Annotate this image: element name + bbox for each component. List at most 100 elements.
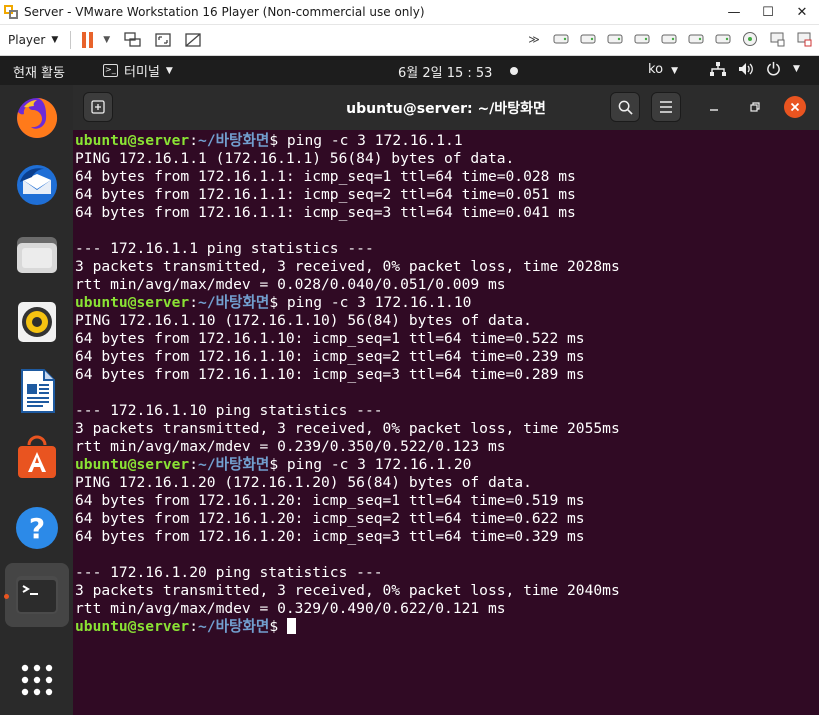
search-icon <box>618 100 633 115</box>
terminal-small-icon: >_ <box>103 64 118 77</box>
minimize-icon <box>710 109 718 111</box>
prompt-user: ubuntu@server <box>75 294 190 311</box>
output-text: 3 packets transmitted, 3 received, 0% pa… <box>75 258 620 275</box>
output-text: 64 bytes from 172.16.1.20: icmp_seq=2 tt… <box>75 510 585 527</box>
dropdown-arrow-icon: ▼ <box>793 63 800 74</box>
prompt-path: ~/바탕화면 <box>198 294 270 311</box>
output-line: 64 bytes from 172.16.1.1: icmp_seq=2 ttl… <box>75 186 620 204</box>
output-text: 64 bytes from 172.16.1.20: icmp_seq=1 tt… <box>75 492 585 509</box>
output-line: rtt min/avg/max/mdev = 0.239/0.350/0.522… <box>75 438 620 456</box>
unity-mode-icon[interactable] <box>184 31 202 49</box>
prompt-path: ~/바탕화면 <box>198 456 270 473</box>
cd-drive-icon[interactable] <box>741 31 759 47</box>
output-text: 64 bytes from 172.16.1.10: icmp_seq=3 tt… <box>75 366 585 383</box>
output-line: 64 bytes from 172.16.1.20: icmp_seq=1 tt… <box>75 492 620 510</box>
network-adapter-icon[interactable] <box>768 31 786 47</box>
hard-disk-icon[interactable] <box>552 31 570 47</box>
output-line: 3 packets transmitted, 3 received, 0% pa… <box>75 258 620 276</box>
hard-disk-icon[interactable] <box>660 31 678 47</box>
output-text: 3 packets transmitted, 3 received, 0% pa… <box>75 582 620 599</box>
device-icons: ≫ <box>525 31 813 47</box>
output-text: PING 172.16.1.1 (172.16.1.1) 56(84) byte… <box>75 150 515 167</box>
minimize-button[interactable]: — <box>717 5 751 20</box>
rhythmbox-icon[interactable] <box>14 299 60 345</box>
prompt-user: ubuntu@server <box>75 132 190 149</box>
input-method-indicator[interactable]: ko ▼ <box>648 62 678 77</box>
hard-disk-icon[interactable] <box>687 31 705 47</box>
output-line: PING 172.16.1.10 (172.16.1.10) 56(84) by… <box>75 312 620 330</box>
output-line: 3 packets transmitted, 3 received, 0% pa… <box>75 420 620 438</box>
volume-icon <box>738 62 754 76</box>
more-devices-icon[interactable]: ≫ <box>525 31 543 47</box>
vmware-window-title: Server - VMware Workstation 16 Player (N… <box>24 5 425 19</box>
output-text: 64 bytes from 172.16.1.1: icmp_seq=1 ttl… <box>75 168 576 185</box>
prompt-symbol: $ <box>269 618 287 635</box>
send-ctrl-alt-del-icon[interactable] <box>124 31 142 49</box>
app-menu[interactable]: >_ 터미널 ▼ <box>103 61 173 80</box>
show-apps-icon[interactable] <box>14 657 60 703</box>
terminal-header-bar: ubuntu@server: ~/바탕화면 <box>73 85 819 130</box>
prompt-colon: : <box>189 456 199 473</box>
hard-disk-icon[interactable] <box>714 31 732 47</box>
output-text: 64 bytes from 172.16.1.20: icmp_seq=3 tt… <box>75 528 585 545</box>
software-center-icon[interactable] <box>14 435 60 481</box>
terminal-maximize-button[interactable] <box>744 96 766 118</box>
fit-guest-icon[interactable] <box>154 31 172 49</box>
restore-icon <box>750 102 760 112</box>
terminal-minimize-button[interactable] <box>703 96 725 118</box>
input-method-label: ko <box>648 62 664 77</box>
close-button[interactable]: ✕ <box>785 5 819 20</box>
command-line: ubuntu@server:~/바탕화면$ ping -c 3 172.16.1… <box>75 294 620 312</box>
firefox-icon[interactable] <box>14 95 60 141</box>
search-button[interactable] <box>610 92 640 122</box>
prompt-user: ubuntu@server <box>75 456 190 473</box>
help-icon[interactable]: ? <box>14 505 60 551</box>
player-menu[interactable]: Player ▼ <box>0 33 64 47</box>
output-line: 3 packets transmitted, 3 received, 0% pa… <box>75 582 620 600</box>
prompt-symbol: $ <box>269 294 287 311</box>
libreoffice-writer-icon[interactable] <box>14 368 60 414</box>
prompt-colon: : <box>189 294 199 311</box>
output-text: rtt min/avg/max/mdev = 0.239/0.350/0.522… <box>75 438 506 455</box>
output-line: --- 172.16.1.10 ping statistics --- <box>75 402 620 420</box>
output-line: 64 bytes from 172.16.1.20: icmp_seq=3 tt… <box>75 528 620 546</box>
usb-device-icon[interactable] <box>795 31 813 47</box>
output-text: rtt min/avg/max/mdev = 0.329/0.490/0.622… <box>75 600 506 617</box>
ubuntu-dock: ? <box>0 85 73 715</box>
pause-icon[interactable] <box>81 32 95 48</box>
output-text: 3 packets transmitted, 3 received, 0% pa… <box>75 420 620 437</box>
activities-button[interactable]: 현재 활동 <box>13 62 65 81</box>
output-line: 64 bytes from 172.16.1.10: icmp_seq=1 tt… <box>75 330 620 348</box>
prompt-symbol: $ <box>269 456 287 473</box>
dropdown-arrow-icon: ▼ <box>51 35 59 45</box>
vmware-title-bar: Server - VMware Workstation 16 Player (N… <box>0 0 819 25</box>
hard-disk-icon[interactable] <box>606 31 624 47</box>
hard-disk-icon[interactable] <box>633 31 651 47</box>
terminal-output[interactable]: ubuntu@server:~/바탕화면$ ping -c 3 172.16.1… <box>73 130 810 715</box>
terminal-scrollbar[interactable] <box>810 130 819 715</box>
terminal-icon[interactable] <box>14 572 60 618</box>
menu-button[interactable] <box>651 92 681 122</box>
terminal-close-button[interactable] <box>784 96 806 118</box>
command-line: ubuntu@server:~/바탕화면$ <box>75 618 620 636</box>
app-menu-label: 터미널 <box>124 65 160 80</box>
clock[interactable]: 6월 2일 15 : 53 <box>398 62 492 81</box>
power-icon <box>766 61 781 76</box>
output-text: 64 bytes from 172.16.1.10: icmp_seq=2 tt… <box>75 348 585 365</box>
thunderbird-icon[interactable] <box>14 162 60 208</box>
files-icon[interactable] <box>14 232 60 278</box>
output-text: --- 172.16.1.1 ping statistics --- <box>75 240 374 257</box>
command-text: ping -c 3 172.16.1.10 <box>286 294 472 311</box>
output-line: rtt min/avg/max/mdev = 0.028/0.040/0.051… <box>75 276 620 294</box>
dropdown-arrow-icon: ▼ <box>165 65 173 76</box>
maximize-button[interactable]: ☐ <box>751 5 785 20</box>
pause-dropdown-icon[interactable]: ▼ <box>103 35 110 45</box>
command-line: ubuntu@server:~/바탕화면$ ping -c 3 172.16.1… <box>75 132 620 150</box>
close-icon <box>790 102 800 112</box>
system-tray[interactable]: ▼ <box>710 61 800 76</box>
hard-disk-icon[interactable] <box>579 31 597 47</box>
output-text: PING 172.16.1.10 (172.16.1.10) 56(84) by… <box>75 312 532 329</box>
output-line: 64 bytes from 172.16.1.10: icmp_seq=2 tt… <box>75 348 620 366</box>
